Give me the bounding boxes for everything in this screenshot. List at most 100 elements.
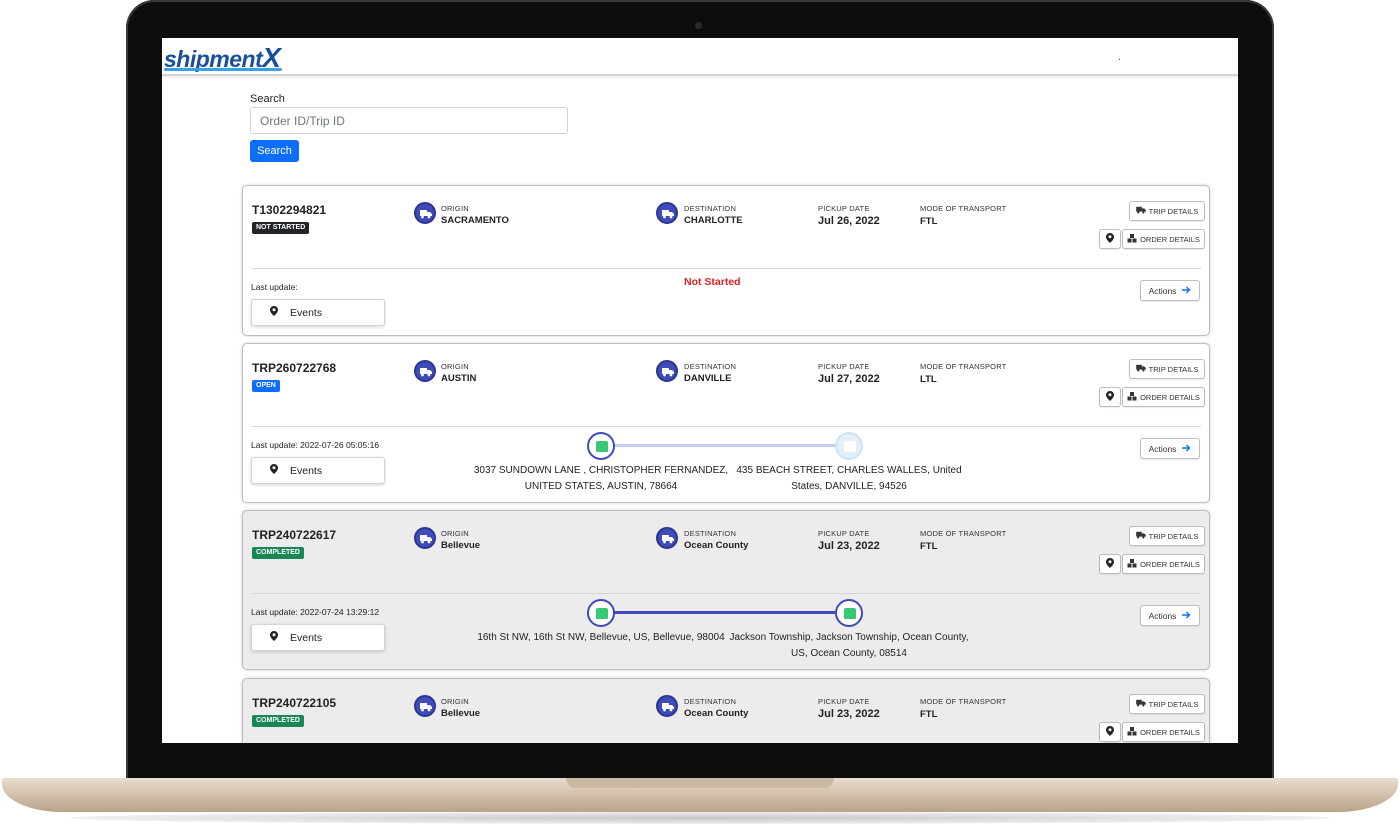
map-pin-icon bbox=[1106, 726, 1114, 738]
actions-button[interactable]: Actions bbox=[1140, 280, 1200, 301]
top-navbar: shipmentX . bbox=[162, 38, 1238, 76]
pickup-date-label: PICKUP DATE bbox=[818, 362, 870, 371]
mode-value: FTL bbox=[920, 216, 938, 227]
laptop-notch bbox=[566, 778, 834, 788]
destination-address: Jackson Township, Jackson Township, Ocea… bbox=[729, 632, 969, 659]
map-pin-button[interactable] bbox=[1099, 229, 1121, 249]
pickup-date-label: PICKUP DATE bbox=[818, 529, 870, 538]
route-line bbox=[601, 444, 849, 447]
card-divider bbox=[251, 593, 1201, 594]
trip-id[interactable]: T1302294821 bbox=[252, 203, 326, 217]
order-details-button[interactable]: ORDER DETAILS bbox=[1122, 387, 1205, 407]
origin-value: Bellevue bbox=[441, 708, 481, 719]
map-pin-icon bbox=[1106, 558, 1114, 570]
destination-value: Ocean County bbox=[684, 708, 749, 719]
origin-value: AUSTIN bbox=[441, 373, 477, 384]
origin-label: ORIGIN bbox=[441, 697, 469, 706]
events-label: Events bbox=[290, 464, 323, 477]
events-button[interactable]: Events bbox=[251, 624, 385, 651]
location-pin-icon bbox=[270, 464, 278, 477]
status-message: Not Started bbox=[684, 276, 741, 288]
mode-label: MODE OF TRANSPORT bbox=[920, 697, 1007, 706]
actions-label: Actions bbox=[1148, 443, 1177, 454]
origin-address: 3037 SUNDOWN LANE , CHRISTOPHER FERNANDE… bbox=[473, 465, 729, 492]
map-pin-icon bbox=[1106, 391, 1114, 403]
search-input[interactable] bbox=[250, 107, 568, 134]
trip-id[interactable]: TRP260722768 bbox=[252, 361, 336, 375]
header-dot: . bbox=[1118, 52, 1121, 63]
origin-value: SACRAMENTO bbox=[441, 215, 509, 226]
events-button[interactable]: Events bbox=[251, 299, 385, 326]
origin-value: Bellevue bbox=[441, 540, 481, 551]
pickup-date-value: Jul 23, 2022 bbox=[818, 540, 880, 552]
actions-button[interactable]: Actions bbox=[1140, 605, 1200, 626]
pickup-date-label: PICKUP DATE bbox=[818, 204, 870, 213]
map-pin-button[interactable] bbox=[1099, 722, 1121, 742]
trip-card: TRP240722617 COMPLETED ORIGIN Bellevue DESTI… bbox=[242, 510, 1210, 670]
origin-label: ORIGIN bbox=[441, 204, 469, 213]
pickup-date-value: Jul 27, 2022 bbox=[818, 373, 880, 385]
mode-label: MODE OF TRANSPORT bbox=[920, 204, 1007, 213]
trip-card: TRP260722768 OPEN ORIGIN AUSTIN DESTINATION D… bbox=[242, 343, 1210, 503]
order-details-button[interactable]: ORDER DETAILS bbox=[1122, 722, 1205, 742]
pickup-date-label: PICKUP DATE bbox=[818, 697, 870, 706]
events-label: Events bbox=[290, 631, 323, 644]
order-details-label: ORDER DETAILS bbox=[1140, 234, 1200, 244]
order-details-button[interactable]: ORDER DETAILS bbox=[1122, 554, 1205, 574]
boxes-icon bbox=[1127, 233, 1137, 245]
location-pin-icon bbox=[270, 306, 278, 319]
warehouse-icon bbox=[844, 441, 856, 452]
order-details-label: ORDER DETAILS bbox=[1140, 559, 1200, 569]
trip-id[interactable]: TRP240722105 bbox=[252, 696, 336, 710]
events-button[interactable]: Events bbox=[251, 457, 385, 484]
arrow-right-icon bbox=[1182, 611, 1191, 621]
camera-dot bbox=[695, 22, 702, 29]
warehouse-icon bbox=[844, 608, 856, 619]
boxes-icon bbox=[1127, 558, 1137, 570]
boxes-icon bbox=[1127, 391, 1137, 403]
origin-truck-icon bbox=[414, 202, 436, 224]
arrow-right-icon bbox=[1182, 444, 1191, 454]
trip-id[interactable]: TRP240722617 bbox=[252, 528, 336, 542]
origin-truck-icon bbox=[414, 695, 436, 717]
destination-value: DANVILLE bbox=[684, 373, 732, 384]
boxes-icon bbox=[1127, 726, 1137, 738]
origin-warehouse-node bbox=[587, 599, 615, 627]
trip-details-label: TRIP DETAILS bbox=[1148, 531, 1199, 541]
logo-swoosh bbox=[164, 68, 282, 71]
status-badge: COMPLETED bbox=[252, 547, 304, 559]
trip-details-button[interactable]: TRIP DETAILS bbox=[1129, 201, 1205, 221]
mode-value: LTL bbox=[920, 374, 937, 385]
actions-label: Actions bbox=[1148, 610, 1177, 621]
order-details-button[interactable]: ORDER DETAILS bbox=[1122, 229, 1205, 249]
status-badge: OPEN bbox=[252, 380, 280, 392]
map-pin-icon bbox=[1106, 233, 1114, 245]
trip-details-button[interactable]: TRIP DETAILS bbox=[1129, 526, 1205, 546]
destination-value: Ocean County bbox=[684, 540, 749, 551]
origin-truck-icon bbox=[414, 527, 436, 549]
trip-details-label: TRIP DETAILS bbox=[1148, 206, 1199, 216]
truck-icon bbox=[1135, 699, 1146, 709]
truck-icon bbox=[1135, 531, 1146, 541]
actions-button[interactable]: Actions bbox=[1140, 438, 1200, 459]
destination-warehouse-node bbox=[835, 599, 863, 627]
last-update: Last update: 2022-07-24 13:29:12 bbox=[251, 607, 380, 617]
search-button[interactable]: Search bbox=[250, 140, 299, 162]
destination-warehouse-node bbox=[835, 432, 863, 460]
laptop-frame: shipmentX . Search Search T1302294821 NOT… bbox=[0, 0, 1400, 828]
warehouse-icon bbox=[596, 441, 608, 452]
mode-value: FTL bbox=[920, 709, 938, 720]
events-label: Events bbox=[290, 306, 323, 319]
map-pin-button[interactable] bbox=[1099, 554, 1121, 574]
trip-details-button[interactable]: TRIP DETAILS bbox=[1129, 694, 1205, 714]
mode-label: MODE OF TRANSPORT bbox=[920, 362, 1007, 371]
map-pin-button[interactable] bbox=[1099, 387, 1121, 407]
origin-warehouse-node bbox=[587, 432, 615, 460]
destination-address: 435 BEACH STREET, CHARLES WALLES, United… bbox=[736, 465, 962, 492]
trip-details-button[interactable]: TRIP DETAILS bbox=[1129, 359, 1205, 379]
destination-truck-icon bbox=[656, 695, 678, 717]
app-screen: shipmentX . Search Search T1302294821 NOT… bbox=[162, 38, 1238, 743]
last-update: Last update: bbox=[251, 282, 298, 292]
search-label: Search bbox=[250, 93, 285, 105]
warehouse-icon bbox=[596, 608, 608, 619]
